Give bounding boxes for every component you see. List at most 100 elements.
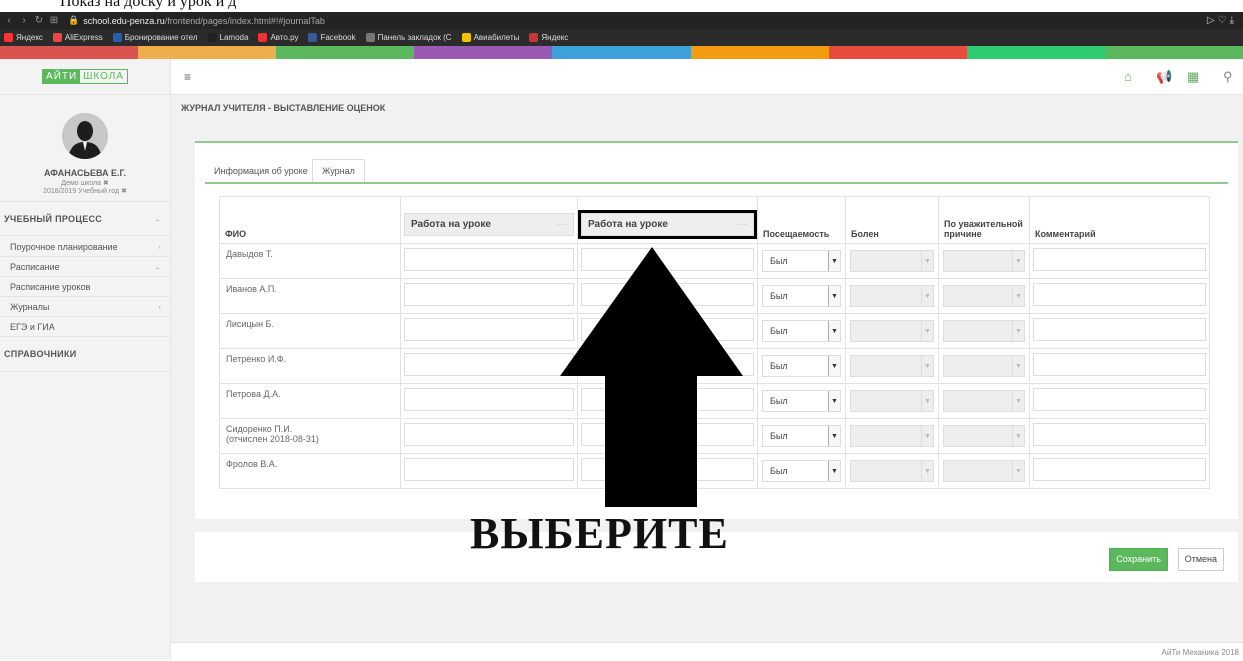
dropdown-arrow-icon[interactable]: ▼ bbox=[921, 356, 933, 376]
dropdown-arrow-icon[interactable]: ▼ bbox=[921, 251, 933, 271]
more-icon[interactable]: ··· bbox=[737, 219, 747, 230]
url-text[interactable]: school.edu-penza.ru/frontend/pages/index… bbox=[83, 16, 325, 26]
bookmark-item[interactable]: Яндекс bbox=[529, 33, 568, 42]
megaphone-icon[interactable]: 📢 bbox=[1156, 69, 1172, 85]
grade-input[interactable] bbox=[404, 283, 574, 306]
chevron-icon[interactable]: ⌄ bbox=[154, 262, 161, 271]
sidebar-item[interactable]: УЧЕБНЫЙ ПРОЦЕСС ⌄ bbox=[0, 201, 170, 236]
sick-select[interactable]: ▼ bbox=[850, 460, 934, 482]
forward-icon[interactable]: › bbox=[18, 15, 30, 26]
sick-select[interactable]: ▼ bbox=[850, 355, 934, 377]
valid-reason-select[interactable]: ▼ bbox=[943, 460, 1025, 482]
attendance-select[interactable]: Был ▼ bbox=[762, 320, 841, 342]
dropdown-arrow-icon[interactable]: ▼ bbox=[921, 391, 933, 411]
dropdown-arrow-icon[interactable]: ▼ bbox=[921, 461, 933, 481]
comment-input[interactable] bbox=[1033, 248, 1206, 271]
dropdown-arrow-icon[interactable]: ▼ bbox=[921, 321, 933, 341]
attendance-select[interactable]: Был ▼ bbox=[762, 425, 841, 447]
grade-input[interactable] bbox=[404, 353, 574, 376]
grade-input[interactable] bbox=[404, 248, 574, 271]
sidebar-item[interactable]: Поурочное планирование ‹ bbox=[0, 237, 170, 257]
dropdown-arrow-icon[interactable]: ▼ bbox=[1012, 461, 1024, 481]
sidebar-item[interactable]: Расписание уроков bbox=[0, 277, 170, 297]
tab-lesson-info[interactable]: Информация об уроке bbox=[205, 159, 317, 182]
valid-reason-select[interactable]: ▼ bbox=[943, 425, 1025, 447]
dropdown-arrow-icon[interactable]: ▼ bbox=[828, 461, 840, 481]
bookmark-item[interactable]: Facebook bbox=[308, 33, 356, 42]
grade-input[interactable] bbox=[404, 318, 574, 341]
user-school[interactable]: Демо школа ✖ bbox=[0, 179, 170, 187]
user-name[interactable]: АФАНАСЬЕВА Е.Г. bbox=[0, 168, 170, 178]
valid-reason-select[interactable]: ▼ bbox=[943, 320, 1025, 342]
dropdown-arrow-icon[interactable]: ▼ bbox=[1012, 426, 1024, 446]
dropdown-arrow-icon[interactable]: ▼ bbox=[1012, 286, 1024, 306]
comment-input[interactable] bbox=[1033, 318, 1206, 341]
avatar[interactable] bbox=[62, 113, 108, 159]
dropdown-arrow-icon[interactable]: ▼ bbox=[1012, 321, 1024, 341]
chevron-icon[interactable]: ‹ bbox=[158, 242, 161, 251]
valid-reason-select[interactable]: ▼ bbox=[943, 390, 1025, 412]
comment-input[interactable] bbox=[1033, 388, 1206, 411]
dropdown-arrow-icon[interactable]: ▼ bbox=[828, 286, 840, 306]
back-icon[interactable]: ‹ bbox=[3, 15, 15, 26]
attendance-select[interactable]: Был ▼ bbox=[762, 390, 841, 412]
attendance-select[interactable]: Был ▼ bbox=[762, 355, 841, 377]
dropdown-arrow-icon[interactable]: ▼ bbox=[921, 286, 933, 306]
school-logo[interactable]: АЙТИ ШКОЛА bbox=[42, 69, 128, 84]
bookmark-item[interactable]: Яндекс bbox=[4, 33, 43, 42]
chevron-icon[interactable]: ‹ bbox=[158, 302, 161, 311]
sidebar-item[interactable]: ЕГЭ и ГИА bbox=[0, 317, 170, 337]
sick-select[interactable]: ▼ bbox=[850, 250, 934, 272]
bookmark-item[interactable]: Бронирование отел bbox=[112, 33, 198, 42]
sidebar-item[interactable]: Журналы ‹ bbox=[0, 297, 170, 317]
sidebar-item[interactable]: Расписание ⌄ bbox=[0, 257, 170, 277]
valid-reason-select[interactable]: ▼ bbox=[943, 355, 1025, 377]
grade-input[interactable] bbox=[404, 458, 574, 481]
more-icon[interactable]: ··· bbox=[557, 219, 567, 230]
dropdown-arrow-icon[interactable]: ▼ bbox=[921, 426, 933, 446]
sick-select[interactable]: ▼ bbox=[850, 425, 934, 447]
hamburger-icon[interactable]: ≡ bbox=[184, 70, 191, 84]
dropdown-arrow-icon[interactable]: ▼ bbox=[1012, 251, 1024, 271]
grade-input[interactable] bbox=[404, 423, 574, 446]
dropdown-arrow-icon[interactable]: ▼ bbox=[828, 356, 840, 376]
sidebar-item[interactable]: СПРАВОЧНИКИ bbox=[0, 337, 170, 372]
attendance-select[interactable]: Был ▼ bbox=[762, 285, 841, 307]
address-bar[interactable]: ‹ › ↻ ⊞ 🔒 school.edu-penza.ru/frontend/p… bbox=[0, 12, 1243, 29]
bookmark-item[interactable]: Панель закладок (С bbox=[365, 33, 452, 42]
user-year[interactable]: 2018/2019 Учебный год ✖ bbox=[0, 187, 170, 195]
search-icon[interactable]: ⚲ bbox=[1223, 69, 1233, 85]
reload-icon[interactable]: ↻ bbox=[33, 15, 45, 26]
comment-input[interactable] bbox=[1033, 423, 1206, 446]
sick-select[interactable]: ▼ bbox=[850, 390, 934, 412]
sick-select[interactable]: ▼ bbox=[850, 320, 934, 342]
dropdown-arrow-icon[interactable]: ▼ bbox=[828, 321, 840, 341]
save-button[interactable]: Сохранить bbox=[1109, 548, 1168, 571]
bookmark-item[interactable]: AliExpress bbox=[52, 33, 103, 42]
comment-input[interactable] bbox=[1033, 283, 1206, 306]
bookmark-item[interactable]: Авто.ру bbox=[258, 33, 298, 42]
home-icon[interactable]: ⌂ bbox=[1124, 69, 1132, 84]
bookmark-item[interactable]: Авиабилеты bbox=[461, 33, 519, 42]
bookmark-item[interactable]: Lamoda bbox=[207, 33, 248, 42]
sick-select[interactable]: ▼ bbox=[850, 285, 934, 307]
attendance-select[interactable]: Был ▼ bbox=[762, 460, 841, 482]
comment-input[interactable] bbox=[1033, 458, 1206, 481]
comment-input[interactable] bbox=[1033, 353, 1206, 376]
dropdown-arrow-icon[interactable]: ▼ bbox=[828, 426, 840, 446]
dropdown-arrow-icon[interactable]: ▼ bbox=[1012, 356, 1024, 376]
cancel-button[interactable]: Отмена bbox=[1177, 548, 1224, 571]
grid-icon[interactable]: ▦ bbox=[1187, 69, 1199, 85]
dropdown-arrow-icon[interactable]: ▼ bbox=[1012, 391, 1024, 411]
browser-actions-icon[interactable]: ▷♡⤓ bbox=[1207, 15, 1237, 26]
dropdown-arrow-icon[interactable]: ▼ bbox=[828, 251, 840, 271]
tab-journal[interactable]: Журнал bbox=[312, 159, 365, 182]
work-column-header-1[interactable]: Работа на уроке ··· bbox=[404, 213, 574, 236]
apps-icon[interactable]: ⊞ bbox=[48, 15, 60, 26]
grade-input[interactable] bbox=[404, 388, 574, 411]
chevron-icon[interactable]: ⌄ bbox=[154, 214, 161, 223]
valid-reason-select[interactable]: ▼ bbox=[943, 285, 1025, 307]
valid-reason-select[interactable]: ▼ bbox=[943, 250, 1025, 272]
work-column-header-2-highlighted[interactable]: Работа на уроке ··· bbox=[578, 210, 757, 239]
attendance-select[interactable]: Был ▼ bbox=[762, 250, 841, 272]
